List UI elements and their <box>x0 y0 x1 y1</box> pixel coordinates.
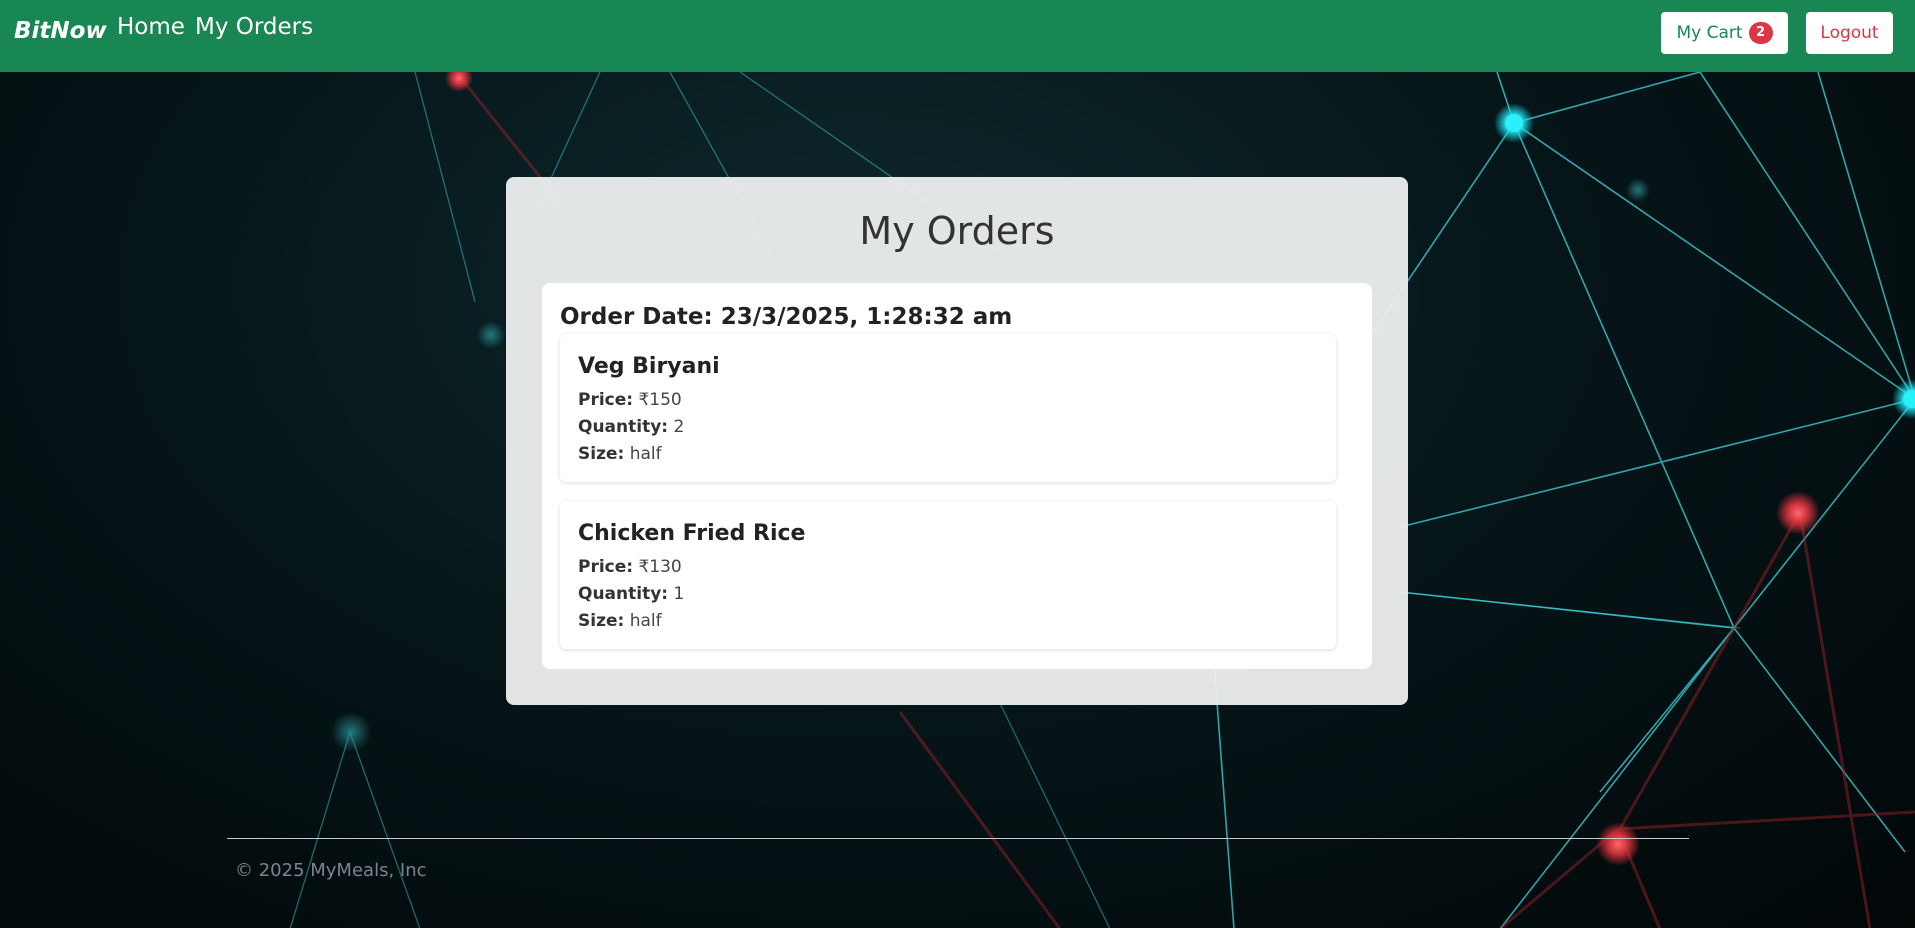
logout-button[interactable]: Logout <box>1806 12 1893 54</box>
my-cart-button[interactable]: My Cart 2 <box>1661 12 1788 54</box>
item-price: Price: ₹130 <box>578 557 682 577</box>
order-item-card: Chicken Fried Rice Price: ₹130 Quantity:… <box>560 501 1336 649</box>
footer-copyright: © 2025 MyMeals, Inc <box>235 860 427 881</box>
item-size-label: Size: <box>578 444 625 464</box>
item-price-label: Price: <box>578 557 634 577</box>
nav-link-my-orders[interactable]: My Orders <box>195 14 313 40</box>
footer-divider <box>227 838 1689 839</box>
navbar: BitNow Home My Orders My Cart 2 Logout <box>0 0 1915 72</box>
page-title: My Orders <box>859 209 1055 253</box>
order-item-card: Veg Biryani Price: ₹150 Quantity: 2 Size… <box>560 334 1336 482</box>
item-size-value: half <box>629 611 662 631</box>
item-price-label: Price: <box>578 390 634 410</box>
item-quantity: Quantity: 2 <box>578 417 684 437</box>
app-viewport: BitNow Home My Orders My Cart 2 Logout M… <box>0 0 1915 929</box>
item-name: Veg Biryani <box>578 354 720 379</box>
order-group: Order Date: 23/3/2025, 1:28:32 am Veg Bi… <box>542 283 1372 669</box>
order-date: Order Date: 23/3/2025, 1:28:32 am <box>560 304 1013 330</box>
my-cart-label: My Cart <box>1676 23 1743 43</box>
item-quantity: Quantity: 1 <box>578 584 684 604</box>
cart-count-badge: 2 <box>1748 22 1773 44</box>
item-name: Chicken Fried Rice <box>578 521 806 546</box>
item-size-value: half <box>629 444 662 464</box>
item-price-value: ₹150 <box>638 390 682 410</box>
brand-logo[interactable]: BitNow <box>14 18 107 44</box>
item-size: Size: half <box>578 611 662 631</box>
orders-card: My Orders Order Date: 23/3/2025, 1:28:32… <box>506 177 1408 705</box>
nav-link-home[interactable]: Home <box>117 14 185 40</box>
item-size: Size: half <box>578 444 662 464</box>
item-price-value: ₹130 <box>638 557 682 577</box>
item-quantity-label: Quantity: <box>578 584 669 604</box>
item-quantity-value: 2 <box>673 417 685 437</box>
item-quantity-label: Quantity: <box>578 417 669 437</box>
item-quantity-value: 1 <box>673 584 685 604</box>
item-size-label: Size: <box>578 611 625 631</box>
item-price: Price: ₹150 <box>578 390 682 410</box>
